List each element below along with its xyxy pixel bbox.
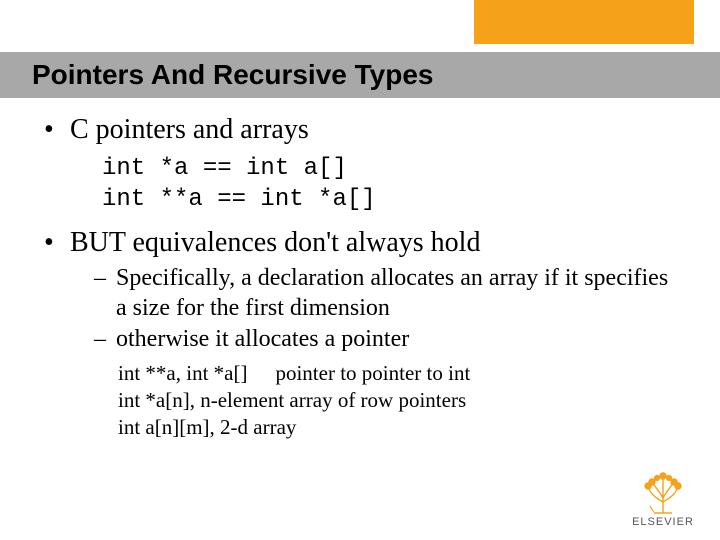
bullet-item-2: BUT equivalences don't always hold Speci…	[44, 225, 676, 440]
sub-bullet-text-2: otherwise it allocates a pointer	[116, 326, 409, 352]
title-bar: Pointers And Recursive Types	[0, 52, 720, 98]
sub-bullet-list: Specifically, a declaration allocates an…	[70, 264, 676, 354]
example-1-left: int **a, int *a[]	[118, 361, 247, 385]
code-block: int *a == int a[] int **a == int *a[]	[102, 153, 676, 215]
bullet-text-1: C pointers and arrays	[70, 114, 309, 145]
publisher-logo: ELSEVIER	[624, 468, 702, 528]
sub-bullet-2: otherwise it allocates a pointer	[94, 325, 676, 354]
example-line-2: int *a[n], n-element array of row pointe…	[118, 387, 676, 414]
accent-bar	[474, 0, 694, 44]
example-line-3: int a[n][m], 2-d array	[118, 414, 676, 441]
bullet-list: C pointers and arrays int *a == int a[] …	[44, 112, 676, 441]
slide-title: Pointers And Recursive Types	[32, 59, 433, 91]
code-line-1: int *a == int a[]	[102, 155, 347, 182]
publisher-name: ELSEVIER	[624, 516, 702, 528]
slide-body: C pointers and arrays int *a == int a[] …	[44, 112, 676, 447]
examples-block: int **a, int *a[] pointer to pointer to i…	[118, 360, 676, 441]
sub-bullet-text-1: Specifically, a declaration allocates an…	[116, 265, 668, 320]
bullet-item-1: C pointers and arrays	[44, 112, 676, 147]
code-line-2: int **a == int *a[]	[102, 186, 376, 213]
tree-icon	[636, 468, 690, 514]
slide: Pointers And Recursive Types C pointers …	[0, 0, 720, 540]
example-line-1: int **a, int *a[] pointer to pointer to i…	[118, 360, 676, 387]
sub-bullet-1: Specifically, a declaration allocates an…	[94, 264, 676, 323]
bullet-text-2: BUT equivalences don't always hold	[70, 227, 480, 258]
example-1-right: pointer to pointer to int	[275, 361, 470, 385]
